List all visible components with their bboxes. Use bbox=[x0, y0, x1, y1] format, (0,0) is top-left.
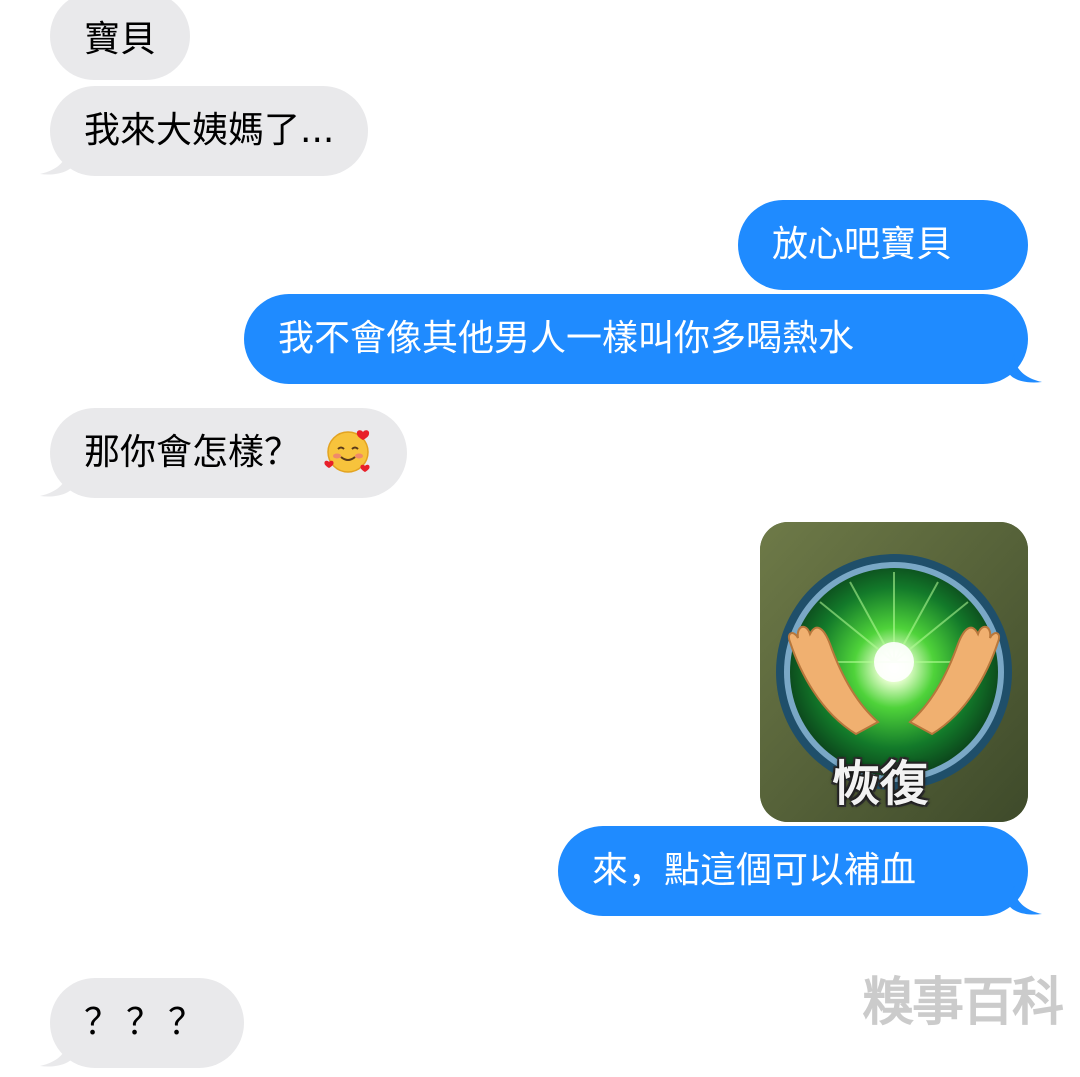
message-text: ？？？ bbox=[84, 1002, 211, 1043]
message-bubble-sent[interactable]: 我不會像其他男人一樣叫你多喝熱水 bbox=[244, 294, 1028, 384]
smiling-face-with-hearts-icon bbox=[324, 430, 371, 473]
bubble-tail bbox=[40, 468, 74, 497]
sticker-label: 恢復 bbox=[832, 756, 929, 812]
bubble-tail bbox=[40, 146, 74, 175]
watermark: 糗事百科 bbox=[862, 972, 1064, 1033]
message-text: 寶貝 bbox=[84, 19, 157, 60]
message-bubble-received[interactable]: ？？？ bbox=[50, 978, 245, 1068]
bubble-tail bbox=[1008, 886, 1042, 915]
message-bubble-received[interactable]: 那你會怎樣？ bbox=[50, 408, 408, 498]
message-text: 我不會像其他男人一樣叫你多喝熱水 bbox=[278, 318, 855, 359]
message-bubble-received[interactable]: 我來大姨媽了... bbox=[50, 86, 369, 176]
message-bubble-sent[interactable]: 放心吧寶貝 bbox=[738, 200, 1028, 290]
message-text: 來，點這個可以補血 bbox=[592, 850, 917, 891]
message-text: 那你會怎樣？ bbox=[84, 432, 301, 473]
message-bubble-sent[interactable]: 來，點這個可以補血 bbox=[558, 826, 1028, 916]
message-text: 放心吧寶貝 bbox=[772, 224, 953, 265]
healing-sticker-image[interactable]: 恢復 bbox=[760, 522, 1028, 822]
message-text: 我來大姨媽了... bbox=[84, 110, 335, 151]
message-bubble-received[interactable]: 寶貝 bbox=[50, 0, 191, 80]
bubble-tail bbox=[1008, 354, 1042, 383]
bubble-tail bbox=[40, 1038, 74, 1067]
